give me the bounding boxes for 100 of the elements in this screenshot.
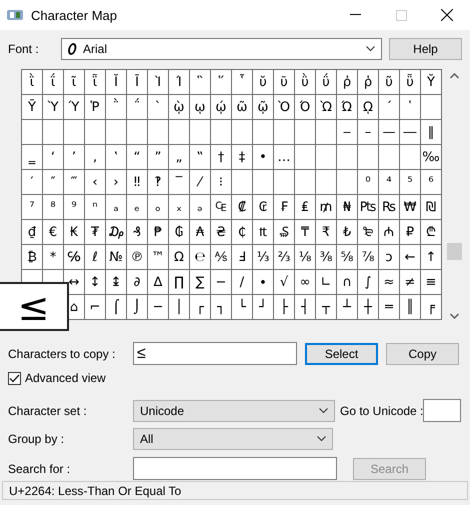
character-cell[interactable]: ₵ [232,220,252,244]
character-cell[interactable]: Ὺ [43,95,63,119]
character-cell[interactable]: ῢ [295,70,315,94]
character-cell[interactable]: ⁶ [421,170,441,194]
character-cell[interactable]: ₑ [127,195,147,219]
character-cell[interactable]: ″ [43,170,63,194]
character-cell[interactable]: ‾ [169,170,189,194]
character-cell[interactable]: − [211,270,231,294]
character-cell[interactable]: ₔ [190,195,210,219]
character-cell[interactable]: Ω [169,245,189,269]
scroll-up-icon[interactable] [450,73,459,79]
character-cell[interactable]: ₨ [379,195,399,219]
character-cell[interactable]: ⁄ [190,170,210,194]
character-cell[interactable]: ⁰ [358,170,378,194]
character-cell[interactable]: ≡ [421,270,441,294]
search-field[interactable] [133,457,337,480]
character-cell[interactable]: № [106,245,126,269]
character-cell[interactable]: ⅞ [358,245,378,269]
character-cell[interactable]: ` [148,95,168,119]
character-cell[interactable]: ₰ [127,220,147,244]
character-cell[interactable]: Ό [295,95,315,119]
character-cell[interactable]: ‹ [85,170,105,194]
character-cell[interactable]: ‽ [148,170,168,194]
character-cell[interactable]: ‒ [337,120,357,144]
character-cell[interactable]: ⁝ [211,170,231,194]
character-cell[interactable]: ┤ [295,295,315,319]
character-cell[interactable]: ┴ [337,295,357,319]
character-cell[interactable]: › [106,170,126,194]
character-cell[interactable]: ⌡ [127,295,147,319]
character-cell[interactable]: ∞ [295,270,315,294]
character-cell[interactable]: ℗ [127,245,147,269]
character-cell[interactable]: ₸ [295,220,315,244]
character-cell[interactable]: ₪ [421,195,441,219]
character-cell[interactable]: ₢ [253,195,273,219]
character-cell[interactable]: ῥ [358,70,378,94]
character-cell[interactable]: “ [127,145,147,169]
character-cell[interactable]: ₴ [211,220,231,244]
character-cell[interactable]: ₻ [358,220,378,244]
character-cell[interactable]: ₐ [106,195,126,219]
character-cell[interactable]: ₮ [85,220,105,244]
character-cell[interactable]: ∏ [169,270,189,294]
character-cell[interactable]: │ [169,295,189,319]
character-cell[interactable]: — [379,120,399,144]
character-cell[interactable]: – [358,120,378,144]
character-cell[interactable]: ⅍ [211,245,231,269]
character-cell[interactable]: ₩ [400,195,420,219]
character-cell[interactable]: Ⅎ [232,245,252,269]
character-cell[interactable]: ‗ [22,145,42,169]
character-cell[interactable]: ῗ [85,70,105,94]
character-cell[interactable]: ↑ [421,245,441,269]
character-cell[interactable]: Ῥ [85,95,105,119]
character-cell[interactable]: ₦ [337,195,357,219]
help-button[interactable]: Help [389,38,462,60]
character-cell[interactable]: ῶ [232,95,252,119]
character-cell[interactable]: ₡ [232,195,252,219]
character-cell[interactable]: ῠ [253,70,273,94]
character-cell[interactable]: ₹ [316,220,336,244]
scrollbar-thumb[interactable] [447,243,462,260]
character-cell[interactable]: ∙ [253,270,273,294]
character-cell[interactable]: ∟ [316,270,336,294]
character-cell[interactable]: ₭ [64,220,84,244]
character-cell[interactable]: „ [169,145,189,169]
character-cell[interactable]: ┐ [211,295,231,319]
character-cell[interactable]: ∂ [127,270,147,294]
copy-button[interactable]: Copy [386,342,459,364]
character-cell[interactable]: ῴ [211,95,231,119]
character-cell[interactable]: ∫ [358,270,378,294]
character-cell[interactable]: ← [400,245,420,269]
character-cell[interactable]: ῷ [253,95,273,119]
font-dropdown[interactable]: Arial [61,38,382,60]
character-cell[interactable]: Ώ [337,95,357,119]
character-cell[interactable]: ₥ [316,195,336,219]
character-cell[interactable]: ῦ [379,70,399,94]
character-cell[interactable]: ₒ [148,195,168,219]
character-cell[interactable]: ⅛ [295,245,315,269]
character-cell[interactable]: ⌐ [85,295,105,319]
character-cell[interactable]: Ῡ [22,95,42,119]
character-cell[interactable]: ╒ [421,295,441,319]
character-cell[interactable]: Ί [169,70,189,94]
character-cell[interactable]: ₣ [274,195,294,219]
character-cell[interactable]: ⁹ [64,195,84,219]
character-cell[interactable]: ₧ [358,195,378,219]
character-cell[interactable]: ┘ [253,295,273,319]
character-set-dropdown[interactable]: Unicode [133,400,335,422]
character-cell[interactable]: ‼ [127,170,147,194]
character-cell[interactable]: ∕ [232,270,252,294]
character-cell[interactable]: ῞ [211,70,231,94]
character-cell[interactable]: ₺ [337,220,357,244]
character-cell[interactable]: ⁷ [22,195,42,219]
character-cell[interactable]: ™ [148,245,168,269]
character-cell[interactable]: ’ [64,145,84,169]
character-cell[interactable]: ΰ [316,70,336,94]
character-cell[interactable]: Ὼ [316,95,336,119]
character-cell[interactable]: ⅔ [274,245,294,269]
character-cell[interactable]: ‚ [85,145,105,169]
character-cell[interactable]: ‘ [43,145,63,169]
character-cell[interactable]: ℓ [85,245,105,269]
character-cell[interactable]: ´ [379,95,399,119]
characters-to-copy-field[interactable]: ≤ [133,342,297,365]
character-cell[interactable]: ₠ [211,195,231,219]
